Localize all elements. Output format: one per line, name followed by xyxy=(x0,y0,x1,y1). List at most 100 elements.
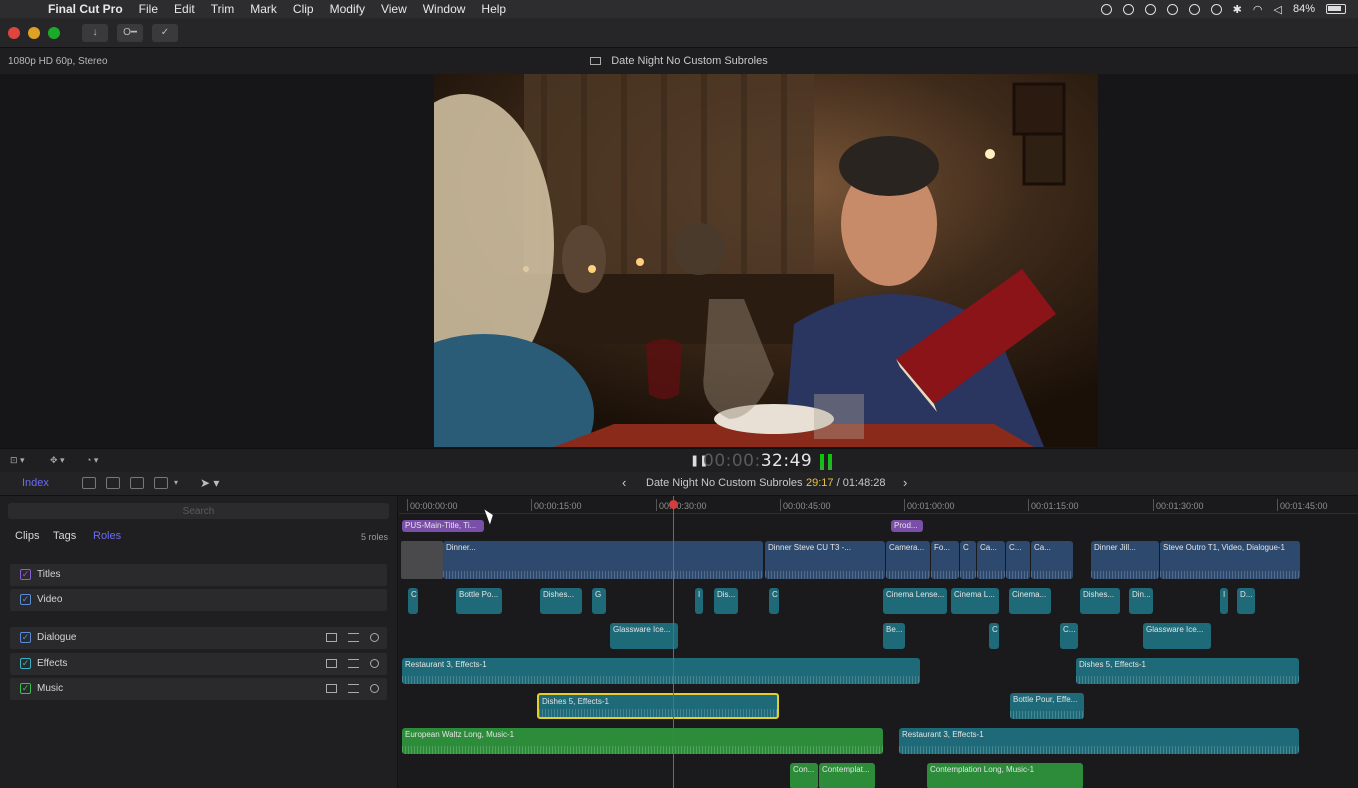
edit-options-chevron-icon[interactable]: ▾ xyxy=(174,478,178,487)
menu-clip[interactable]: Clip xyxy=(285,2,322,16)
role-row-video[interactable]: ✓ Video xyxy=(10,589,387,611)
menu-window[interactable]: Window xyxy=(415,2,474,16)
focus-role-icon[interactable] xyxy=(370,684,379,693)
audio-clip[interactable]: Dishes 5, Effects-1 xyxy=(1076,658,1299,684)
time-machine-icon[interactable] xyxy=(1210,3,1222,15)
connected-clip[interactable]: C... xyxy=(1060,623,1078,649)
insert-clip-icon[interactable] xyxy=(106,477,120,489)
connected-clip[interactable]: Dishes... xyxy=(1080,588,1120,614)
music-clip[interactable]: Contemplat... xyxy=(819,763,875,788)
dropbox-icon[interactable] xyxy=(1100,3,1112,15)
previous-project-button[interactable]: ‹ xyxy=(622,475,626,490)
battery-icon[interactable] xyxy=(1326,4,1346,14)
audio-clip[interactable]: Restaurant 3, Effects-1 xyxy=(899,728,1299,754)
viewer[interactable] xyxy=(0,74,1358,448)
role-checkbox-music[interactable]: ✓ xyxy=(20,683,31,694)
menu-trim[interactable]: Trim xyxy=(203,2,243,16)
network-icon[interactable] xyxy=(1188,3,1200,15)
gap-clip[interactable] xyxy=(401,541,443,579)
music-clip[interactable]: Contemplation Long, Music-1 xyxy=(927,763,1083,788)
collapse-subroles-icon[interactable] xyxy=(348,659,359,668)
index-search-input[interactable] xyxy=(8,503,389,519)
tab-roles[interactable]: Roles xyxy=(93,530,121,542)
bluetooth-icon[interactable]: ✱ xyxy=(1233,3,1242,16)
menu-mark[interactable]: Mark xyxy=(242,2,285,16)
storyline-clip[interactable]: Ca... xyxy=(977,541,1005,579)
connected-clip[interactable]: Dis... xyxy=(714,588,738,614)
timeline-ruler[interactable]: 00:00:00:00 00:00:15:00 00:00:30:00 00:0… xyxy=(399,496,1358,514)
connected-clip[interactable]: Cinema... xyxy=(1009,588,1051,614)
title-clip[interactable]: PUS-Main-Title, Ti... xyxy=(402,520,484,532)
connected-clip[interactable]: G xyxy=(592,588,606,614)
connected-clip[interactable]: Glassware Ice... xyxy=(610,623,678,649)
connected-clip[interactable]: Glassware Ice... xyxy=(1143,623,1211,649)
role-checkbox-titles[interactable]: ✓ xyxy=(20,569,31,580)
playhead-handle[interactable] xyxy=(669,500,678,509)
next-project-button[interactable]: › xyxy=(903,475,907,490)
connected-clip[interactable]: Cinema L... xyxy=(951,588,999,614)
import-button[interactable]: ↓ xyxy=(82,23,108,42)
storyline-clip[interactable]: Dinner Jill... xyxy=(1091,541,1159,579)
connected-clip[interactable]: D... xyxy=(1237,588,1255,614)
focus-role-icon[interactable] xyxy=(370,659,379,668)
storyline-clip[interactable]: Ca... xyxy=(1031,541,1073,579)
show-lanes-icon[interactable] xyxy=(326,633,337,642)
role-row-dialogue[interactable]: ✓ Dialogue xyxy=(10,627,387,649)
connected-clip[interactable]: I xyxy=(695,588,703,614)
menu-app-name[interactable]: Final Cut Pro xyxy=(40,2,131,16)
menu-edit[interactable]: Edit xyxy=(166,2,203,16)
role-checkbox-effects[interactable]: ✓ xyxy=(20,658,31,669)
close-window-button[interactable] xyxy=(8,26,20,39)
overwrite-clip-icon[interactable] xyxy=(154,477,168,489)
storyline-clip[interactable]: Steve Outro T1, Video, Dialogue-1 xyxy=(1160,541,1300,579)
audio-clip[interactable]: Restaurant 3, Effects-1 xyxy=(402,658,920,684)
zoom-window-button[interactable] xyxy=(48,26,60,39)
music-clip[interactable]: Con... xyxy=(790,763,818,788)
connected-clip[interactable]: C xyxy=(408,588,418,614)
connected-clip[interactable]: Bottle Po... xyxy=(456,588,502,614)
playhead[interactable] xyxy=(673,496,674,788)
volume-icon[interactable]: ◁ xyxy=(1274,3,1282,16)
menu-file[interactable]: File xyxy=(131,2,166,16)
append-clip-icon[interactable] xyxy=(130,477,144,489)
keywords-button[interactable]: O━ xyxy=(117,23,143,42)
music-clip[interactable]: European Waltz Long, Music-1 xyxy=(402,728,883,754)
connected-clip[interactable]: C xyxy=(769,588,779,614)
wifi-icon[interactable]: ◠ xyxy=(1253,3,1263,16)
storyline-clip[interactable]: C xyxy=(960,541,976,579)
storyline-clip[interactable]: Fo... xyxy=(931,541,959,579)
view-options-icon[interactable]: ⊡ ▾ xyxy=(10,455,34,467)
select-tool-icon[interactable]: ➤ ▾ xyxy=(200,476,219,490)
collapse-subroles-icon[interactable] xyxy=(348,633,359,642)
timecode-display[interactable]: 00:00:32:49 xyxy=(703,451,812,471)
connected-clip[interactable]: Din... xyxy=(1129,588,1153,614)
timeline[interactable]: 00:00:00:00 00:00:15:00 00:00:30:00 00:0… xyxy=(399,496,1358,788)
menu-modify[interactable]: Modify xyxy=(322,2,373,16)
connected-clip[interactable]: Be... xyxy=(883,623,905,649)
info-icon[interactable] xyxy=(1144,3,1156,15)
connected-clip[interactable]: I xyxy=(1220,588,1228,614)
title-clip[interactable]: Prod... xyxy=(891,520,923,532)
audio-clip[interactable]: Bottle Pour, Effe... xyxy=(1010,693,1084,719)
index-button[interactable]: Index xyxy=(22,477,49,489)
helper-icon[interactable] xyxy=(1166,3,1178,15)
background-tasks-button[interactable]: ✓ xyxy=(152,23,178,42)
connected-clip[interactable]: C xyxy=(989,623,999,649)
role-checkbox-video[interactable]: ✓ xyxy=(20,594,31,605)
connected-clip[interactable]: Cinema Lense... xyxy=(883,588,947,614)
connect-clip-icon[interactable] xyxy=(82,477,96,489)
role-checkbox-dialogue[interactable]: ✓ xyxy=(20,632,31,643)
video-frame[interactable] xyxy=(434,74,1098,447)
connected-clip[interactable]: Dishes... xyxy=(540,588,582,614)
storyline-clip[interactable]: C... xyxy=(1006,541,1030,579)
storyline-clip[interactable]: Camera... xyxy=(886,541,930,579)
storyline-clip[interactable]: Dinner... xyxy=(443,541,763,579)
show-lanes-icon[interactable] xyxy=(326,684,337,693)
menu-view[interactable]: View xyxy=(373,2,415,16)
cloud-icon[interactable] xyxy=(1122,3,1134,15)
role-row-titles[interactable]: ✓ Titles xyxy=(10,564,387,586)
storyline-clip[interactable]: Dinner Steve CU T3 -... xyxy=(765,541,885,579)
focus-role-icon[interactable] xyxy=(370,633,379,642)
role-row-music[interactable]: ✓ Music xyxy=(10,678,387,700)
menu-help[interactable]: Help xyxy=(473,2,514,16)
